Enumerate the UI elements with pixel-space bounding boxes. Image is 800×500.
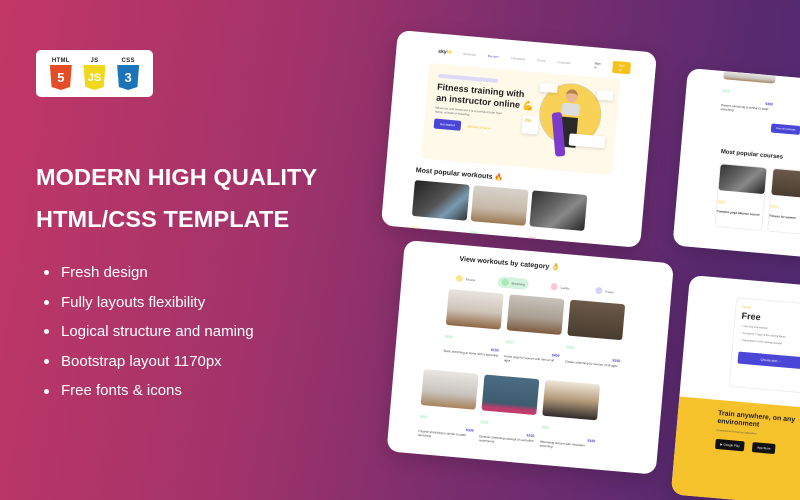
workout-thumb bbox=[529, 190, 588, 231]
section-title: Most popular courses bbox=[720, 149, 784, 161]
fitness-icon bbox=[455, 274, 464, 283]
bullet-icon bbox=[44, 299, 49, 305]
workout-price: $350 bbox=[527, 245, 582, 248]
stat-card: 20k bbox=[521, 115, 539, 135]
nav-item: Categories bbox=[510, 55, 526, 62]
choose-plan-button: Choose plan → bbox=[737, 351, 800, 370]
badge-label: HTML bbox=[51, 58, 70, 64]
badge-card bbox=[596, 89, 614, 101]
nav-item-active: Become bbox=[487, 53, 499, 59]
css3-badge: CSS 3 bbox=[117, 57, 140, 90]
feature-list: Fresh design Fully layouts flexibility L… bbox=[44, 258, 254, 406]
feature-text: Free fonts & icons bbox=[61, 382, 182, 400]
js-badge: JS JS bbox=[83, 57, 106, 90]
feature-item: Logical structure and naming bbox=[44, 317, 254, 347]
feature-text: Logical structure and naming bbox=[61, 323, 254, 341]
app-banner: Train anywhere, on any environment Downl… bbox=[670, 396, 800, 500]
app-store-badge: App Store bbox=[751, 442, 776, 455]
nav-item: Workouts bbox=[463, 51, 477, 57]
css3-icon: 3 bbox=[117, 65, 140, 90]
js-icon: JS bbox=[83, 65, 106, 90]
avatar-card bbox=[539, 82, 558, 94]
workout-card: $300 Passive stretching is similar to sta… bbox=[418, 369, 479, 442]
feature-item: Fresh design bbox=[44, 258, 254, 288]
bullet-icon bbox=[44, 270, 49, 276]
mockup-courses-page: $300 Passive stretching is similar to st… bbox=[672, 68, 800, 258]
nav-item: Feedback bbox=[557, 60, 571, 66]
workout-thumb bbox=[411, 180, 470, 221]
workout-card: $400 Home yoga for women and men of all a… bbox=[504, 294, 565, 367]
feature-item: Bootstrap layout 1170px bbox=[44, 347, 254, 377]
mockup-home-page: skyfit Workouts Become Categories Prices… bbox=[380, 30, 658, 248]
bullet-icon bbox=[44, 329, 49, 335]
workout-grid-row-2: $300 Passive stretching is similar to sta… bbox=[418, 369, 663, 458]
tech-badges: HTML 5 JS JS CSS 3 bbox=[36, 50, 153, 97]
workout-card: $300 Passive stretching is similar to st… bbox=[720, 71, 776, 115]
course-card: Complex yoga balance course bbox=[714, 163, 768, 232]
category-tab: Power bbox=[591, 284, 618, 297]
badge-label: CSS bbox=[121, 58, 135, 64]
feature-item: Fully layouts flexibility bbox=[44, 288, 254, 318]
headline-line-2: HTML/CSS TEMPLATE bbox=[36, 206, 290, 232]
bullet-icon bbox=[44, 388, 49, 394]
headline: MODERN HIGH QUALITY HTML/CSS TEMPLATE bbox=[36, 156, 317, 240]
get-started-button: Get started bbox=[433, 118, 462, 131]
bullet-icon bbox=[44, 359, 49, 365]
mockup-pricing-page: Starter Free ✓ One free trial workout ✓ … bbox=[670, 275, 800, 500]
mockup-hero: Fitness training with an instructor onli… bbox=[420, 62, 621, 176]
course-cards: Complex yoga balance course Fitness for … bbox=[714, 163, 800, 236]
view-all-workouts-button: View all workouts bbox=[770, 123, 800, 136]
category-tab: Fitness bbox=[451, 272, 480, 285]
plan-feature: ✓ Subscription to the training calendar bbox=[739, 338, 783, 346]
cardio-icon bbox=[550, 282, 558, 291]
feature-text: Fully layouts flexibility bbox=[61, 293, 206, 311]
mockup-category-page: View workouts by category 👌 Fitness Stre… bbox=[386, 240, 674, 475]
feature-text: Bootstrap layout 1170px bbox=[61, 352, 222, 370]
workout-card: $150 Alternating tension with relaxation … bbox=[539, 379, 601, 453]
html5-icon: 5 bbox=[49, 65, 72, 90]
mockup-logo: skyfit bbox=[438, 48, 452, 56]
badge-label: JS bbox=[90, 58, 99, 64]
become-trainer-link: Become a trainer bbox=[467, 124, 491, 131]
nav-item: Prices bbox=[536, 58, 546, 63]
feature-item: Free fonts & icons bbox=[44, 376, 254, 406]
signup-button: Sign up bbox=[611, 60, 631, 75]
workout-thumb bbox=[470, 185, 529, 226]
category-tab-active: Stretching bbox=[496, 276, 530, 290]
html5-badge: HTML 5 bbox=[49, 57, 72, 90]
workout-card: $150 Classic stretching for women of all … bbox=[565, 299, 626, 373]
headline-line-1: MODERN HIGH QUALITY bbox=[36, 164, 318, 190]
workout-grid-row-1: $150 Static stretching at home with a spe… bbox=[443, 289, 670, 376]
login-link: Sign in bbox=[594, 61, 601, 70]
stretching-icon bbox=[501, 278, 509, 287]
workout-card: $150 Static stretching at home with a spe… bbox=[443, 289, 504, 362]
category-tab: Cardio bbox=[546, 281, 574, 294]
course-card: Fitness for women bbox=[767, 167, 800, 236]
google-play-badge: ▶ Google Play bbox=[714, 438, 746, 452]
workout-card: $150 Dynamic stretching consists of contr… bbox=[479, 374, 540, 447]
pricing-card: Starter Free ✓ One free trial workout ✓ … bbox=[728, 297, 800, 394]
power-icon bbox=[595, 286, 603, 295]
feature-text: Fresh design bbox=[61, 264, 148, 281]
